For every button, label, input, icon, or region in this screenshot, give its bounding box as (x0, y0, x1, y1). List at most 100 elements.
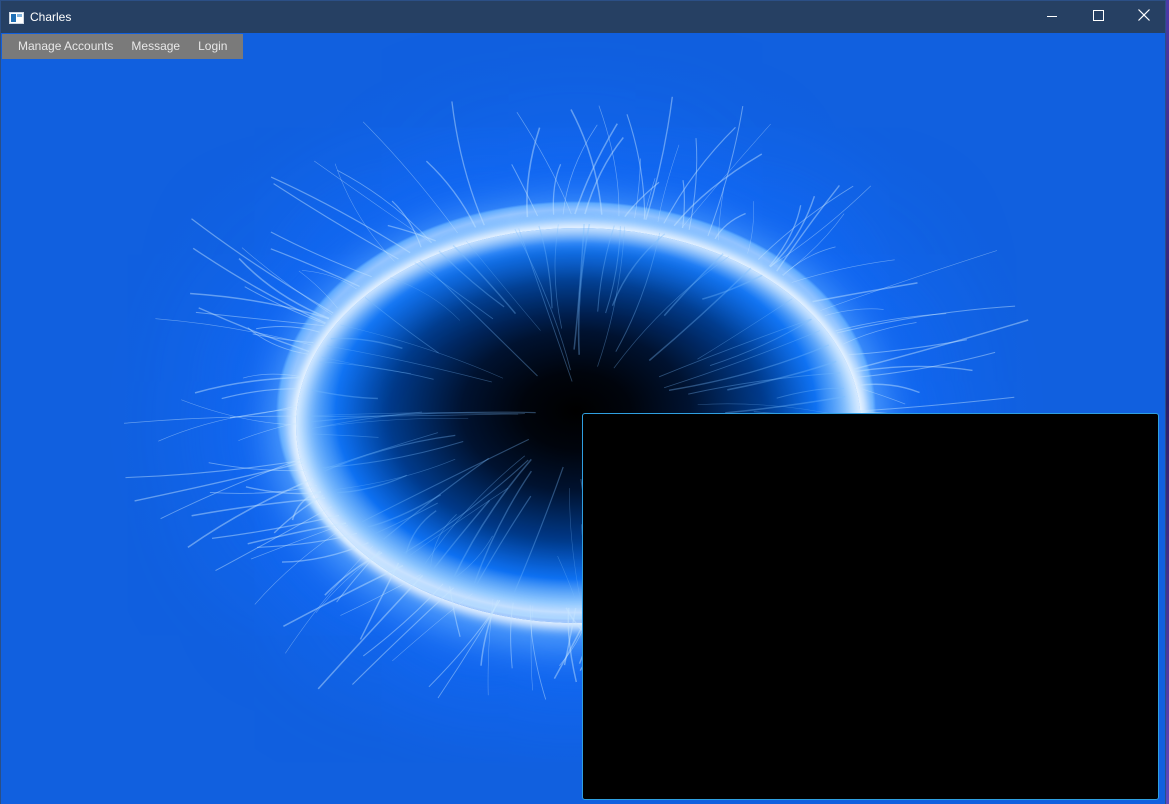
plasma-filament (254, 524, 349, 605)
plasma-filament (270, 248, 360, 287)
plasma-filament (414, 262, 494, 320)
plasma-filament (769, 185, 872, 267)
plasma-filament (624, 181, 660, 218)
plasma-filament (663, 253, 724, 317)
plasma-filament (273, 183, 399, 260)
plasma-filament (238, 422, 297, 441)
plasma-filament (480, 599, 499, 666)
close-button[interactable] (1121, 1, 1167, 33)
title-bar[interactable]: Charles (1, 1, 1165, 33)
plasma-filament (843, 322, 917, 345)
plasma-filament (473, 470, 532, 584)
plasma-filament (221, 388, 298, 400)
plasma-filament (510, 602, 514, 669)
plasma-filament (577, 223, 591, 355)
plasma-filament (682, 180, 685, 229)
plasma-filament (430, 513, 457, 568)
plasma-filament (688, 372, 841, 395)
plasma-filament (574, 123, 618, 215)
plasma-filament (245, 486, 321, 495)
plasma-filament (514, 228, 571, 371)
plasma-filament (364, 297, 439, 354)
plasma-filament (526, 127, 541, 218)
plasma-filament (256, 326, 320, 333)
plasma-filament (181, 399, 297, 426)
plasma-filament (688, 138, 698, 231)
plasma-filament (782, 213, 845, 276)
plasma-filament (334, 163, 395, 262)
plasma-filament (697, 298, 793, 360)
plasma-filament (283, 564, 404, 627)
plasma-filament (195, 311, 324, 327)
plasma-filament (382, 457, 490, 540)
plasma-filament (123, 415, 297, 424)
plasma-filament (270, 176, 411, 254)
plasma-filament (673, 153, 763, 227)
plasma-filament (824, 308, 884, 317)
plasma-filament (209, 484, 317, 494)
plasma-filament (340, 574, 421, 616)
plasma-filament (776, 184, 840, 272)
plasma-filament (330, 337, 403, 349)
plasma-filament (285, 546, 374, 654)
plasma-filament (681, 123, 771, 228)
plasma-filament (554, 224, 563, 329)
plasma-filament (375, 502, 438, 534)
plasma-filament (757, 185, 854, 260)
plasma-filament (438, 250, 505, 308)
close-icon (1138, 8, 1150, 26)
plasma-filament (643, 178, 656, 220)
plasma-filament (437, 600, 501, 699)
plasma-filament (848, 339, 967, 356)
plasma-filament (707, 106, 744, 237)
plasma-filament (557, 555, 576, 599)
plasma-filament (391, 200, 422, 248)
plasma-filament (419, 259, 538, 377)
plasma-filament (812, 282, 918, 303)
plasma-filament (836, 305, 1016, 334)
menu-item-manage-accounts[interactable]: Manage Accounts (9, 34, 122, 59)
plasma-filament (134, 461, 306, 502)
plasma-filament (334, 458, 456, 490)
plasma-filament (311, 389, 378, 400)
plasma-filament (194, 376, 301, 394)
minimize-icon (1047, 8, 1057, 26)
plasma-filament (776, 387, 844, 399)
minimize-button[interactable] (1029, 1, 1075, 33)
plasma-filament (453, 458, 532, 578)
plasma-filament (215, 506, 332, 572)
maximize-button[interactable] (1075, 1, 1121, 33)
plasma-filament (158, 408, 297, 442)
plasma-filament (597, 225, 615, 312)
menu-bar: Manage Accounts Message Login (2, 34, 243, 59)
menu-item-message[interactable]: Message (122, 34, 189, 59)
plasma-filament (702, 274, 763, 300)
plasma-filament (511, 164, 539, 217)
plasma-filament (516, 112, 572, 215)
plasma-filament (634, 158, 641, 219)
plasma-filament (820, 250, 998, 311)
plasma-filament (359, 562, 400, 640)
plasma-filament (529, 605, 547, 700)
plasma-filament (857, 387, 906, 405)
plasma-filament (645, 96, 673, 220)
plasma-filament (597, 226, 625, 367)
plasma-filament (613, 256, 730, 369)
app-window: Charles Manage Accounts Message Login (0, 0, 1166, 804)
plasma-filament (451, 101, 485, 226)
plasma-filament (455, 535, 493, 578)
plasma-filament (569, 488, 581, 599)
menu-item-login[interactable]: Login (189, 34, 236, 59)
plasma-filament (552, 163, 562, 215)
plasma-filament (658, 318, 812, 378)
plasma-filament (663, 330, 821, 389)
plasma-filament (336, 550, 380, 603)
plasma-filament (859, 396, 1015, 412)
content-panel[interactable] (582, 413, 1159, 800)
plasma-filament (598, 105, 620, 217)
plasma-filament (433, 499, 491, 570)
plasma-filament (855, 351, 996, 378)
plasma-filament (425, 160, 477, 228)
plasma-filament (857, 383, 920, 394)
plasma-filament (657, 144, 680, 223)
